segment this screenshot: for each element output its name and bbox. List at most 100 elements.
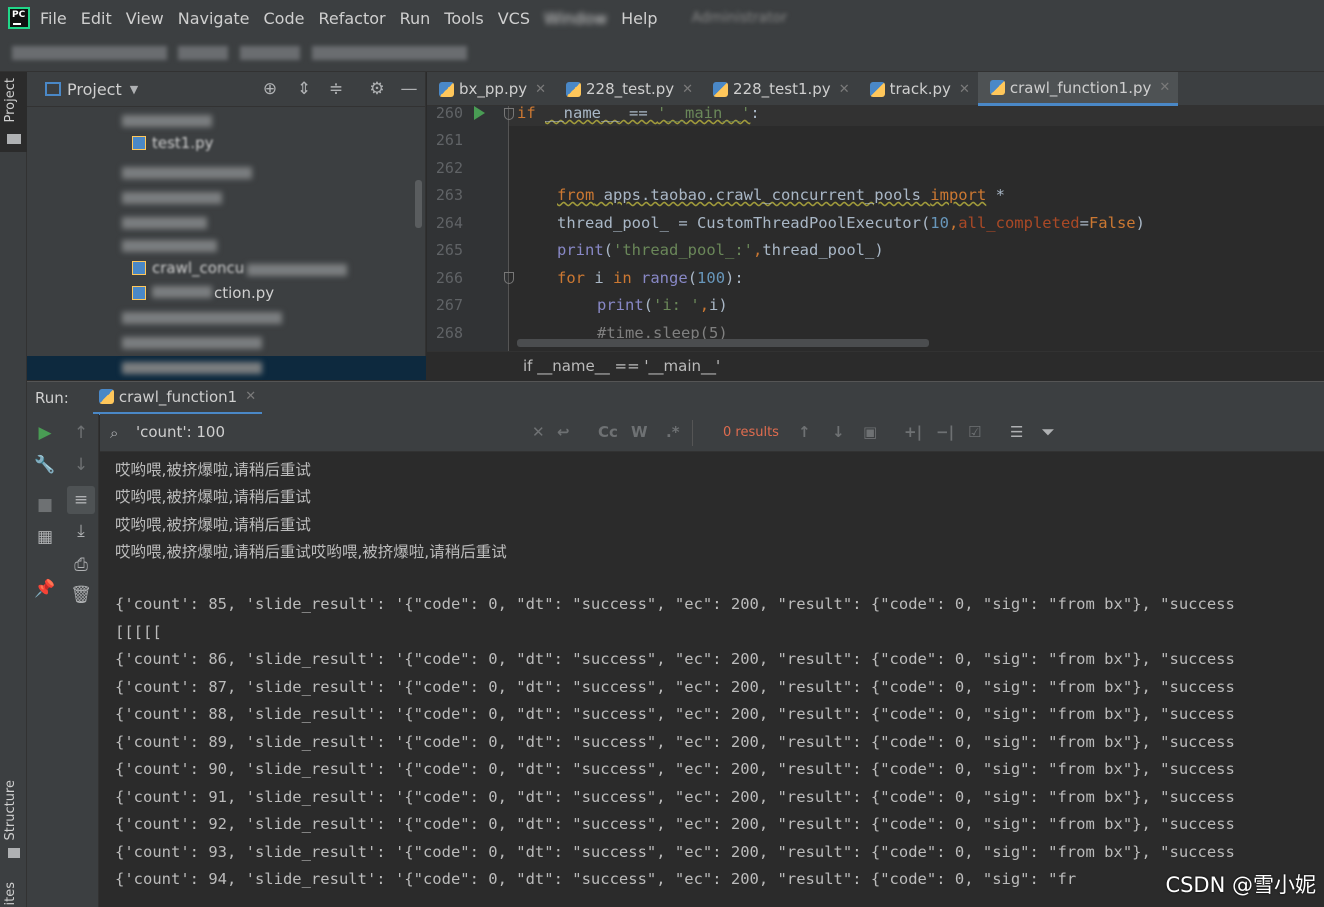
clear-search-icon[interactable]: ✕ [532, 423, 545, 441]
hide-icon[interactable]: — [400, 80, 418, 98]
locate-icon[interactable]: ⊕ [261, 80, 279, 98]
previous-occurrence-icon[interactable]: ↑ [798, 423, 811, 441]
next-occurrence-icon[interactable]: ↓ [832, 423, 845, 441]
select-occurrences-icon[interactable]: ☑ [968, 423, 981, 441]
run-panel-header: Run: crawl_function1 ✕ [27, 381, 1324, 415]
tab-crawl-function1[interactable]: crawl_function1.py ✕ [977, 72, 1179, 106]
python-file-icon [713, 81, 729, 97]
output-line: {'count': 91, 'slide_result': '{"code": … [115, 788, 1235, 806]
rerun-icon[interactable]: ▶ [34, 422, 56, 444]
code-line-263: from apps.taobao.crawl_concurrent_pools … [557, 186, 1005, 204]
trash-icon[interactable]: 🗑 [70, 584, 92, 606]
tab-label: crawl_function1.py [1009, 78, 1152, 97]
tab-bx-pp[interactable]: bx_pp.py ✕ [427, 72, 554, 106]
tree-item-blur [122, 192, 222, 204]
menu-edit[interactable]: Edit [81, 9, 112, 28]
tree-item-function[interactable]: ction.py [132, 284, 274, 306]
filter-icon[interactable]: ⏷ [1042, 423, 1054, 441]
gear-icon[interactable]: ⚙ [368, 80, 386, 98]
close-icon[interactable]: ✕ [959, 82, 970, 97]
fold-icon[interactable] [504, 272, 514, 284]
menu-help[interactable]: Help [621, 9, 657, 28]
output-line: {'count': 88, 'slide_result': '{"code": … [115, 705, 1235, 723]
tree-item-crawl[interactable]: crawl_concu [132, 259, 244, 281]
wrench-icon[interactable]: 🔧 [34, 454, 56, 476]
tab-228-test[interactable]: 228_test.py ✕ [554, 72, 701, 106]
tree-item-blur [122, 167, 252, 179]
filter-options-icon[interactable]: ☰ [1010, 423, 1023, 441]
structure-icon [8, 848, 20, 858]
tree-item-blur [122, 217, 207, 229]
print-icon[interactable]: ⎙ [70, 554, 92, 576]
tree-item-blur [122, 312, 282, 324]
fold-icon[interactable] [504, 108, 514, 120]
project-tool-tab[interactable]: Project [3, 78, 18, 122]
scroll-down-icon[interactable]: ↓ [70, 454, 92, 476]
scroll-to-end-icon[interactable]: ⤓ [70, 520, 92, 542]
chevron-down-icon[interactable]: ▼ [130, 83, 138, 96]
expand-all-icon[interactable]: ⇕ [295, 80, 313, 98]
code-line-266: for i in range(100): [557, 269, 744, 287]
project-scrollbar[interactable] [415, 180, 422, 228]
run-tab-label: crawl_function1 [118, 387, 238, 406]
project-panel: Project ▼ ⊕ ⇕ ≑ ⚙ — test1.py crawl_concu… [27, 72, 426, 380]
menu-vcs[interactable]: VCS [498, 9, 530, 28]
pin-icon[interactable]: 📌 [34, 578, 56, 600]
project-view-select[interactable]: Project [67, 80, 122, 99]
tab-label: 228_test.py [586, 80, 675, 98]
close-icon[interactable]: ✕ [682, 82, 693, 97]
run-config-tab[interactable]: crawl_function1 ✕ [92, 382, 263, 415]
remove-occurrence-icon[interactable]: −| [936, 423, 954, 441]
regex-icon[interactable]: .* [666, 423, 680, 441]
close-icon[interactable]: ✕ [1159, 80, 1170, 95]
soft-wrap-icon[interactable]: ≡ [67, 486, 95, 514]
editor-horizontal-scrollbar[interactable] [517, 339, 929, 347]
console-output[interactable]: 哎哟喂,被挤爆啦,请稍后重试 哎哟喂,被挤爆啦,请稍后重试 哎哟喂,被挤爆啦,请… [100, 452, 1324, 907]
favorites-tool-tab[interactable]: ites [3, 882, 18, 905]
menu-refactor[interactable]: Refactor [318, 9, 385, 28]
output-line: [[[[[ [115, 623, 162, 641]
menu-window[interactable]: Window [544, 9, 607, 28]
tree-item-label: test1.py [152, 134, 214, 152]
new-line-icon[interactable]: ↩ [557, 423, 570, 441]
menu-navigate[interactable]: Navigate [178, 9, 250, 28]
watermark: CSDN @雪小妮 [1165, 873, 1316, 897]
tree-item-blur [122, 337, 262, 349]
folder-icon [7, 134, 21, 144]
divider [692, 420, 693, 446]
close-icon[interactable]: ✕ [839, 82, 850, 97]
output-line: {'count': 86, 'slide_result': '{"code": … [115, 650, 1235, 668]
menu-code[interactable]: Code [264, 9, 305, 28]
close-icon[interactable]: ✕ [535, 82, 546, 97]
add-occurrence-icon[interactable]: +| [904, 423, 922, 441]
output-line: {'count': 85, 'slide_result': '{"code": … [115, 595, 1235, 613]
tree-item-test1[interactable]: test1.py [132, 134, 214, 156]
menu-view[interactable]: View [126, 9, 164, 28]
tab-track[interactable]: track.py ✕ [858, 72, 978, 106]
editor-breadcrumb[interactable]: if __name__ == '__main__' [427, 351, 1324, 381]
editor-tabs: bx_pp.py ✕ 228_test.py ✕ 228_test1.py ✕ tra… [427, 72, 1324, 106]
stop-icon[interactable]: ■ [34, 494, 56, 516]
collapse-all-icon[interactable]: ≑ [327, 80, 345, 98]
menu-tools[interactable]: Tools [444, 9, 483, 28]
console-find-bar: ⌕ ✕ ↩ Cc W .* 0 results ↑ ↓ ▣ +| −| ☑ ☰ … [100, 414, 1324, 452]
line-number: 265 [435, 241, 463, 259]
structure-tool-tab[interactable]: Structure [3, 780, 18, 840]
tab-228-test1[interactable]: 228_test1.py ✕ [701, 72, 858, 106]
tab-label: track.py [889, 80, 951, 98]
tab-label: 228_test1.py [733, 80, 831, 98]
match-case-icon[interactable]: Cc [598, 423, 618, 441]
layout-icon[interactable]: ▦ [34, 526, 56, 548]
project-view-icon [45, 82, 61, 96]
scroll-up-icon[interactable]: ↑ [70, 422, 92, 444]
console-search-input[interactable] [136, 420, 546, 444]
whole-words-icon[interactable]: W [631, 423, 648, 441]
code-editor[interactable]: 260 261 262 263 264 265 266 267 268 if _… [427, 106, 1324, 351]
output-line: {'count': 87, 'slide_result': '{"code": … [115, 678, 1235, 696]
menu-file[interactable]: File [40, 9, 67, 28]
close-icon[interactable]: ✕ [245, 389, 256, 404]
select-all-occurrences-icon[interactable]: ▣ [863, 423, 877, 441]
run-gutter-icon[interactable] [474, 106, 485, 120]
menu-run[interactable]: Run [400, 9, 431, 28]
python-file-icon [439, 81, 454, 97]
